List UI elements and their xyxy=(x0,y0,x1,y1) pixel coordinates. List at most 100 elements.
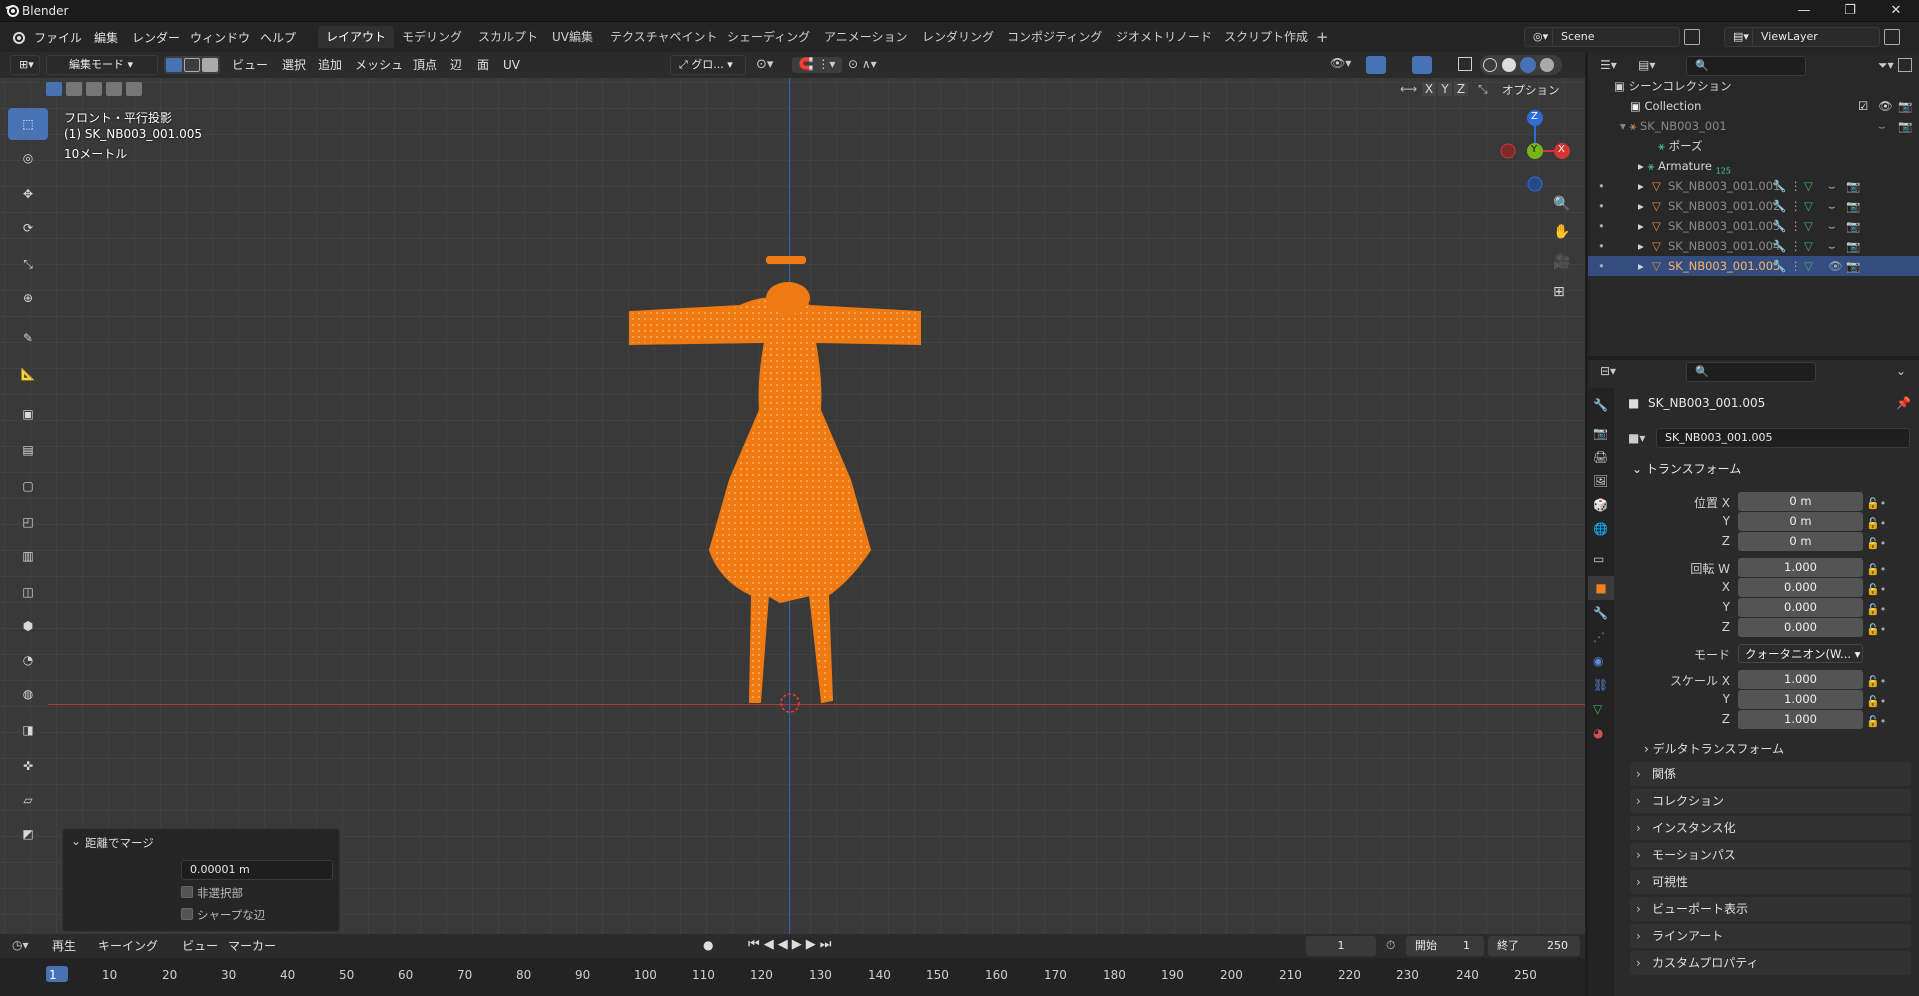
display-mode-icon[interactable]: ▤▾ xyxy=(1638,58,1655,72)
tree-mesh-object[interactable]: • ▸ ▽ SK_NB003_001.004 🔧 ⋮ ▽ ⌣ 📷 xyxy=(1588,236,1919,256)
tab-rendering[interactable]: レンダリング xyxy=(914,26,1002,48)
data-tab-icon[interactable]: ▽ xyxy=(1593,702,1602,716)
render-tab-icon[interactable]: 📷 xyxy=(1593,426,1608,440)
modifier-icon[interactable]: 🔧 xyxy=(1772,176,1786,196)
stopwatch-icon[interactable]: ⏱ xyxy=(1386,938,1395,953)
unselected-checkbox[interactable] xyxy=(181,886,193,898)
sharp-edges-checkbox[interactable] xyxy=(181,908,193,920)
menu-select[interactable]: 選択 xyxy=(282,55,306,75)
panel-header[interactable]: › カスタムプロパティ xyxy=(1630,951,1911,975)
modifier-icon[interactable]: 🔧 xyxy=(1772,236,1786,256)
mirror-x[interactable]: X xyxy=(1422,82,1436,96)
rotation-y[interactable]: 0.000 xyxy=(1738,598,1863,617)
tool-poly-build[interactable]: ⬢ xyxy=(8,610,48,642)
scale-x[interactable]: 1.000 xyxy=(1738,670,1863,689)
particles-tab-icon[interactable]: ⋰ xyxy=(1593,630,1605,644)
start-frame-field[interactable]: 開始 1 xyxy=(1406,936,1484,956)
physics-tab-icon[interactable]: ◉ xyxy=(1593,654,1603,668)
menu-edit[interactable]: 編集 xyxy=(94,29,118,46)
modifier-tab-icon[interactable]: 🔧 xyxy=(1593,606,1608,620)
transform-panel-header[interactable]: ⌄ トランスフォーム xyxy=(1632,460,1910,480)
viewlayer-field[interactable]: ViewLayer xyxy=(1752,27,1880,47)
constraints-tab-icon[interactable]: ⛓ xyxy=(1593,678,1608,692)
tool-loop-cut[interactable]: ▥ xyxy=(8,540,48,572)
world-tab-icon[interactable]: 🌐 xyxy=(1593,522,1608,536)
panel-header[interactable]: › ラインアート xyxy=(1630,924,1911,948)
tree-scene-collection[interactable]: ▣ シーンコレクション xyxy=(1588,76,1919,96)
face-select-icon[interactable] xyxy=(202,58,218,72)
rotation-mode-dropdown[interactable]: クォータニオン(W... ▾ xyxy=(1738,644,1863,663)
panel-header[interactable]: › 可視性 xyxy=(1630,870,1911,894)
blender-menu-icon[interactable] xyxy=(10,30,26,44)
tree-armature-object[interactable]: ▾ ⚹ SK_NB003_001 ⌣ 📷 xyxy=(1588,116,1919,136)
panel-options-icon[interactable]: ⌄ xyxy=(1896,364,1906,378)
tab-uv[interactable]: UV編集 xyxy=(544,26,601,48)
menu-tl-view[interactable]: ビュー xyxy=(182,936,218,956)
tab-modeling[interactable]: モデリング xyxy=(394,26,470,48)
modifier-icon[interactable]: 🔧 xyxy=(1772,256,1786,276)
render-camera-icon[interactable]: 📷 xyxy=(1898,96,1912,116)
modifier-icon[interactable]: 🔧 xyxy=(1772,216,1786,236)
new-viewlayer-icon[interactable] xyxy=(1884,29,1900,45)
scene-tab-icon[interactable]: 🎲 xyxy=(1593,498,1608,512)
tool-rotate[interactable]: ⟳ xyxy=(8,212,48,244)
snap-icon[interactable]: 🧲 ⋮▾ xyxy=(792,57,842,73)
expand-arrow-icon[interactable]: ▸ xyxy=(1638,159,1644,173)
tool-extrude[interactable]: ▤ xyxy=(8,434,48,466)
menu-view[interactable]: ビュー xyxy=(232,55,268,75)
new-collection-icon[interactable] xyxy=(1898,58,1912,72)
tab-layout[interactable]: レイアウト xyxy=(318,26,395,48)
view-layer-tab-icon[interactable]: 🖼 xyxy=(1593,474,1608,488)
render-camera-icon[interactable]: 📷 xyxy=(1898,116,1912,136)
xray-icon[interactable] xyxy=(1458,57,1472,71)
solid-shading-icon[interactable] xyxy=(1502,58,1516,72)
mesh-data-icon[interactable]: ▽ xyxy=(1804,256,1813,276)
edge-select-icon[interactable] xyxy=(184,58,200,72)
filter-icon[interactable]: ⏷▾ xyxy=(1878,58,1894,73)
render-camera-icon[interactable]: 📷 xyxy=(1846,216,1860,236)
scale-z[interactable]: 1.000 xyxy=(1738,710,1863,729)
lock-scale-icon[interactable]: 🔓• 🔓• 🔓• xyxy=(1866,672,1886,732)
tree-mesh-object[interactable]: • ▸ ▽ SK_NB003_001.001 🔧 ⋮ ▽ ⌣ 📷 xyxy=(1588,176,1919,196)
menu-window[interactable]: ウィンドウ xyxy=(190,29,250,46)
output-tab-icon[interactable]: 🖨 xyxy=(1593,450,1608,464)
character-mesh[interactable] xyxy=(600,250,980,720)
tool-knife[interactable]: ◫ xyxy=(8,576,48,608)
rotation-w[interactable]: 1.000 xyxy=(1738,558,1863,577)
tool-cursor[interactable]: ◎ xyxy=(8,142,48,174)
current-frame[interactable]: 1 xyxy=(1306,936,1376,956)
scale-y[interactable]: 1.000 xyxy=(1738,690,1863,709)
timeline-ruler[interactable]: 1 10 20 30 40 50 60 70 80 90 100 110 120 130 140 150 160… xyxy=(0,958,1585,996)
mode-selector[interactable]: 編集モード ▾ xyxy=(46,55,158,75)
mesh-data-icon[interactable]: ▽ xyxy=(1804,216,1813,236)
playback-controls-icon[interactable]: ⏮◀◀▶▶⏭ xyxy=(748,937,835,952)
expand-arrow-icon[interactable]: ▸ xyxy=(1638,216,1644,236)
record-icon[interactable]: ● xyxy=(703,938,713,952)
outliner-editor-icon[interactable]: ☰▾ xyxy=(1600,58,1617,72)
end-frame-field[interactable]: 終了 250 xyxy=(1488,936,1580,956)
select-subtract-icon[interactable] xyxy=(86,82,102,96)
location-z[interactable]: 0 m xyxy=(1738,532,1863,551)
tab-sculpt[interactable]: スカルプト xyxy=(470,26,546,48)
tab-animation[interactable]: アニメーション xyxy=(816,26,916,48)
render-camera-icon[interactable]: 📷 xyxy=(1846,196,1860,216)
options-button[interactable]: オプション xyxy=(1502,82,1560,98)
tree-collection[interactable]: ▣ Collection ☑ 👁 📷 xyxy=(1588,96,1919,116)
eye-icon[interactable]: 👁 xyxy=(1828,256,1843,276)
mesh-data-icon[interactable]: ▽ xyxy=(1804,176,1813,196)
tool-transform[interactable]: ⊕ xyxy=(8,282,48,314)
proportional-edit-icon[interactable]: ⊙ ∧▾ xyxy=(848,57,898,73)
select-intersect-icon[interactable] xyxy=(126,82,142,96)
hidden-eye-icon[interactable]: ⌣ xyxy=(1878,116,1886,136)
panel-header[interactable]: › 関係 xyxy=(1630,762,1911,786)
expand-arrow-icon[interactable]: ▾ xyxy=(1620,119,1626,133)
vertex-group-icon[interactable]: ⋮ xyxy=(1790,196,1802,216)
location-y[interactable]: 0 m xyxy=(1738,512,1863,531)
tool-rip[interactable]: ◩ xyxy=(8,818,48,850)
menu-playback[interactable]: 再生 xyxy=(52,936,76,956)
vertex-select-icon[interactable] xyxy=(166,58,182,72)
panel-header[interactable]: › インスタンス化 xyxy=(1630,816,1911,840)
expand-arrow-icon[interactable]: ▸ xyxy=(1638,236,1644,256)
lock-icon[interactable]: 🔓• 🔓• 🔓• xyxy=(1866,494,1886,554)
location-x[interactable]: 0 m xyxy=(1738,492,1863,511)
